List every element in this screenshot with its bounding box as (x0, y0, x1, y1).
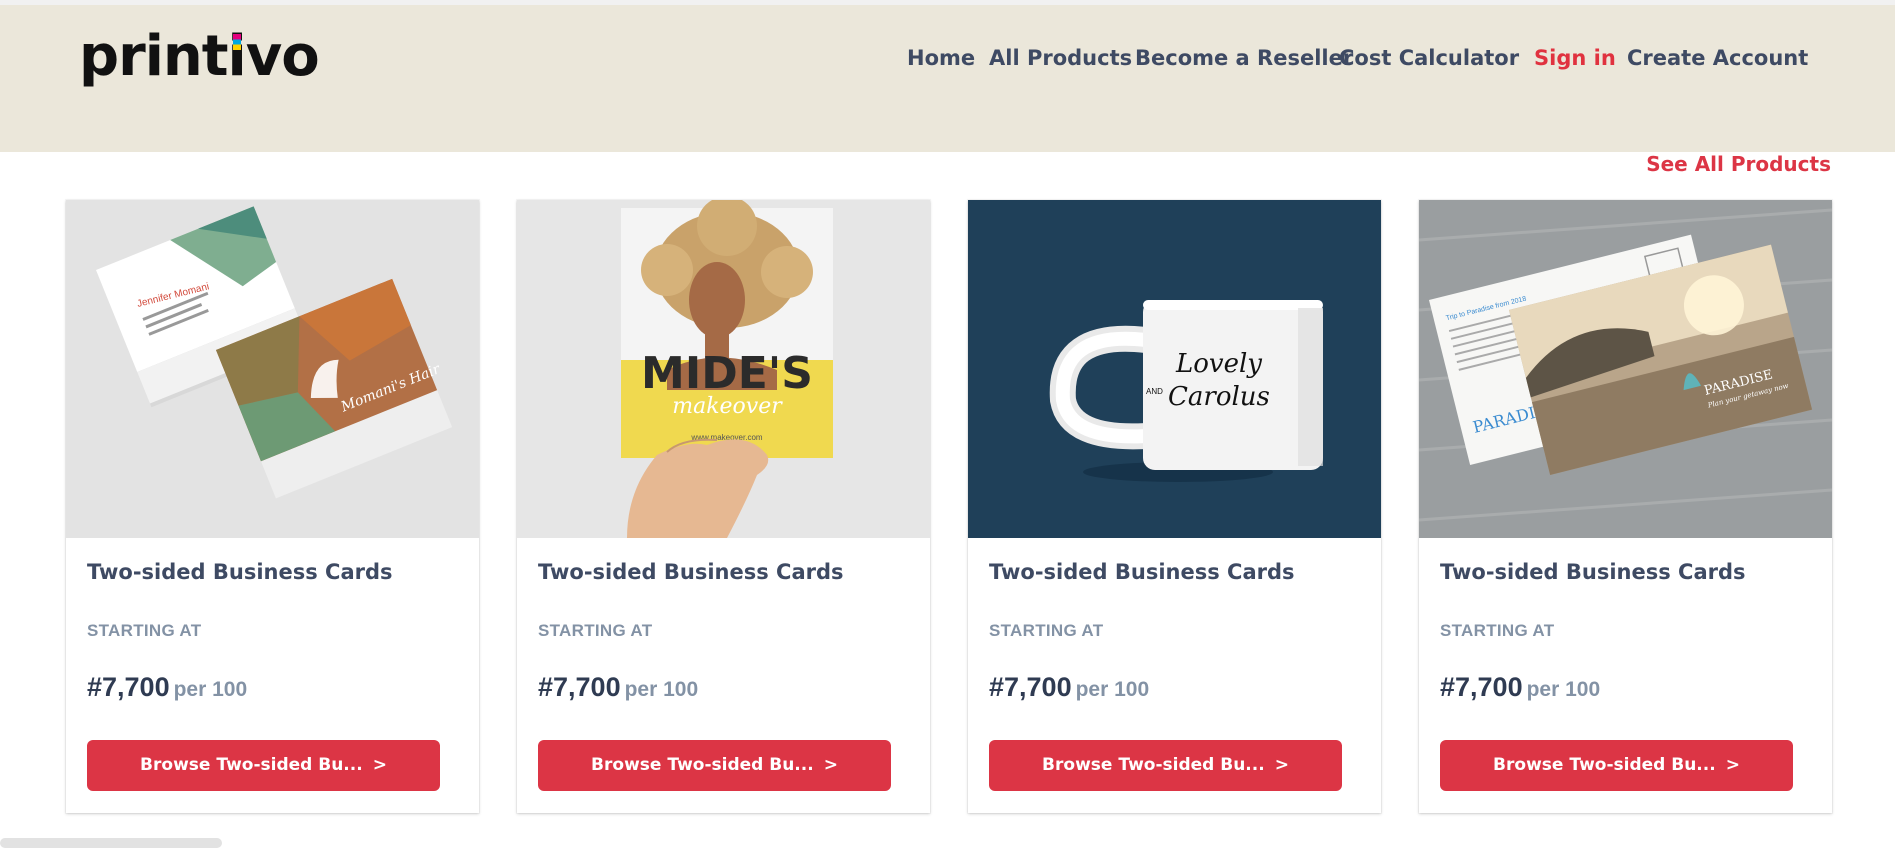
business-cards-image: Jennifer Momani Momani's Hair (66, 200, 479, 538)
price-unit: per 100 (173, 678, 248, 701)
starting-at-label: STARTING AT (989, 621, 1104, 640)
flyer-script: makeover (672, 394, 783, 419)
starting-at-label: STARTING AT (538, 621, 653, 640)
product-title: Two-sided Business Cards (538, 560, 844, 584)
product-image[interactable]: Trip to Paradise from 2018 PARADISE PARA… (1419, 200, 1832, 538)
browse-product-button[interactable]: Browse Two-sided Bu... > (989, 740, 1342, 791)
product-title: Two-sided Business Cards (1440, 560, 1746, 584)
product-card: Jennifer Momani Momani's Hair Two-sided … (66, 200, 479, 813)
nav-become-reseller[interactable]: Become a Reseller (1135, 43, 1353, 73)
site-header: printi vo Home All Products Become a Rese… (0, 5, 1895, 152)
price-unit: per 100 (1526, 678, 1601, 701)
browse-product-button[interactable]: Browse Two-sided Bu... > (87, 740, 440, 791)
starting-at-label: STARTING AT (87, 621, 202, 640)
horizontal-scrollbar[interactable] (0, 838, 222, 848)
product-title: Two-sided Business Cards (989, 560, 1295, 584)
mug-image: Lovely AND Carolus (968, 200, 1381, 538)
price-amount: #7,700 (989, 672, 1072, 702)
product-card: Lovely AND Carolus Two-sided Business Ca… (968, 200, 1381, 813)
price-amount: #7,700 (87, 672, 170, 702)
nav-sign-in[interactable]: Sign in (1534, 43, 1616, 73)
product-image[interactable]: MIDE'S makeover www.makeover.com (517, 200, 930, 538)
chevron-right-icon: > (823, 755, 838, 775)
chevron-right-icon: > (372, 755, 387, 775)
mug-line-and: AND (1146, 387, 1163, 396)
postcard-image: Trip to Paradise from 2018 PARADISE PARA… (1419, 200, 1832, 538)
product-title: Two-sided Business Cards (87, 560, 393, 584)
browse-button-label: Browse Two-sided Bu... (1493, 755, 1716, 775)
price-unit: per 100 (624, 678, 699, 701)
browse-button-label: Browse Two-sided Bu... (1042, 755, 1265, 775)
product-price: #7,700 per 100 (538, 672, 698, 703)
nav-create-account[interactable]: Create Account (1627, 43, 1808, 73)
chevron-right-icon: > (1274, 755, 1289, 775)
printivo-logo[interactable]: printi vo (79, 22, 320, 92)
logo-cmyk-i: i (227, 24, 247, 89)
nav-cost-calculator[interactable]: Cost Calculator (1339, 43, 1519, 73)
logo-text-right: vo (245, 24, 320, 89)
starting-at-label: STARTING AT (1440, 621, 1555, 640)
nav-all-products[interactable]: All Products (989, 43, 1132, 73)
product-price: #7,700 per 100 (87, 672, 247, 703)
flyer-image: MIDE'S makeover www.makeover.com (517, 200, 930, 538)
nav-home[interactable]: Home (907, 43, 975, 73)
mug-line2: Carolus (1168, 382, 1270, 412)
product-image[interactable]: Jennifer Momani Momani's Hair (66, 200, 479, 538)
product-card: MIDE'S makeover www.makeover.com Two-sid… (517, 200, 930, 813)
product-price: #7,700 per 100 (1440, 672, 1600, 703)
product-price: #7,700 per 100 (989, 672, 1149, 703)
see-all-products-link[interactable]: See All Products (1646, 150, 1831, 178)
browse-product-button[interactable]: Browse Two-sided Bu... > (1440, 740, 1793, 791)
cmyk-dot-icon (232, 34, 241, 50)
product-card: Trip to Paradise from 2018 PARADISE PARA… (1419, 200, 1832, 813)
flyer-headline: MIDE'S (641, 348, 813, 399)
browse-button-label: Browse Two-sided Bu... (591, 755, 814, 775)
chevron-right-icon: > (1725, 755, 1740, 775)
price-amount: #7,700 (1440, 672, 1523, 702)
price-amount: #7,700 (538, 672, 621, 702)
price-unit: per 100 (1075, 678, 1150, 701)
logo-text-left: print (79, 24, 229, 89)
product-image[interactable]: Lovely AND Carolus (968, 200, 1381, 538)
browse-button-label: Browse Two-sided Bu... (140, 755, 363, 775)
browse-product-button[interactable]: Browse Two-sided Bu... > (538, 740, 891, 791)
mug-line1: Lovely (1175, 349, 1262, 379)
